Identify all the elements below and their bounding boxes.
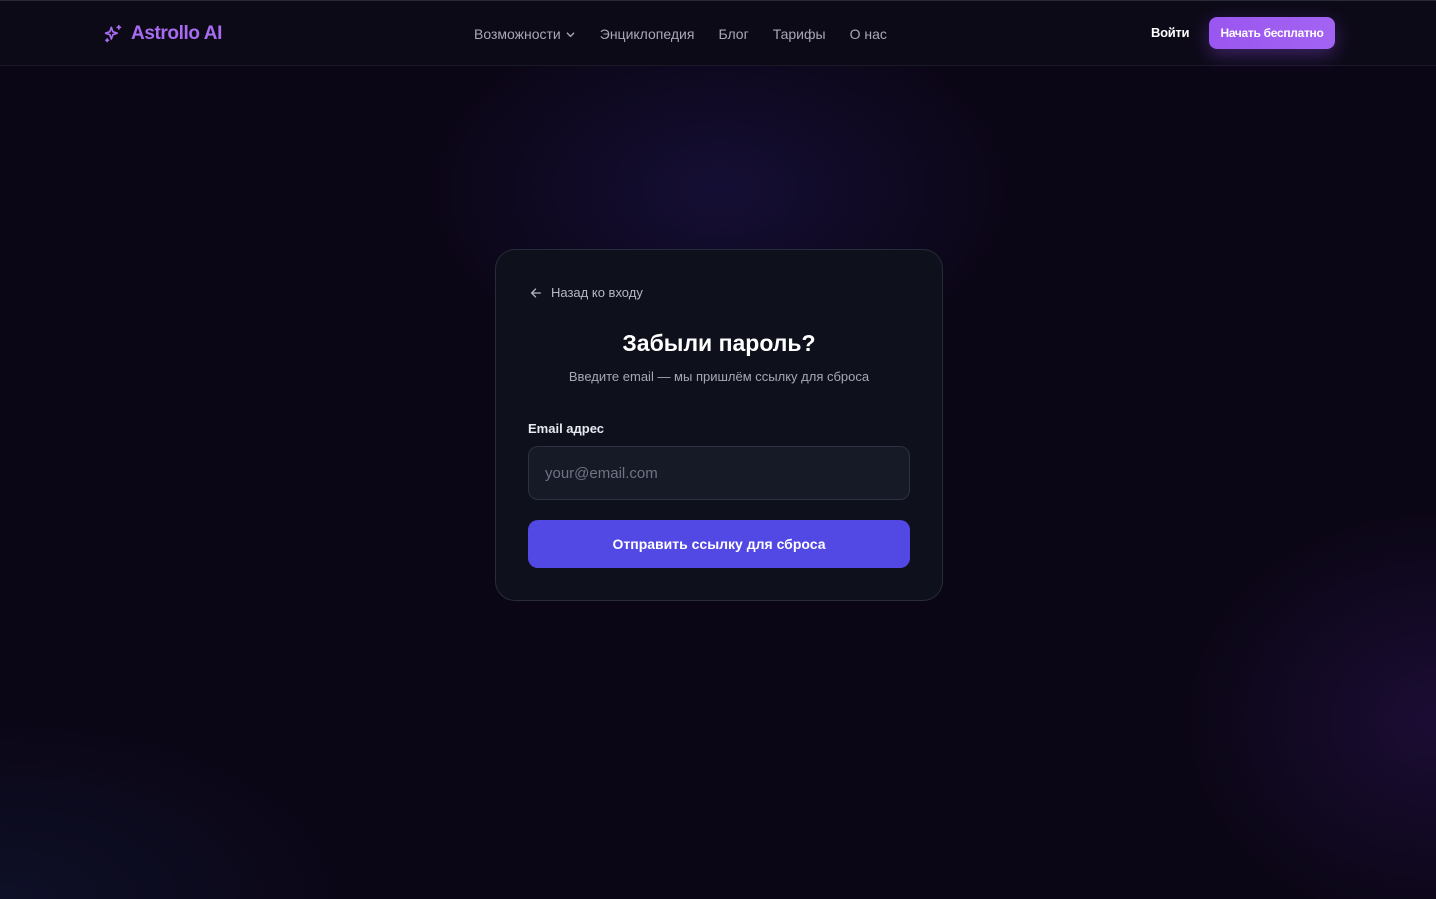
page-title: Забыли пароль? xyxy=(622,330,816,356)
sparkles-icon xyxy=(104,24,122,43)
send-reset-link-button[interactable]: Отправить ссылку для сброса xyxy=(528,520,910,568)
brand-logo[interactable]: Astrollo AI xyxy=(103,21,222,47)
forgot-password-card: Назад ко входу Забыли пароль? Введите em… xyxy=(495,249,943,601)
nav-item-about[interactable]: О нас xyxy=(850,26,887,42)
email-label: Email адрес xyxy=(528,421,605,436)
email-field[interactable] xyxy=(528,446,910,500)
nav-item-encyclopedia[interactable]: Энциклопедия xyxy=(600,26,695,42)
start-free-button[interactable]: Начать бесплатно xyxy=(1209,17,1335,49)
nav-item-label: Блог xyxy=(718,26,749,42)
nav-item-label: О нас xyxy=(849,26,887,42)
chevron-down-icon xyxy=(566,31,575,37)
nav-item-pricing[interactable]: Тарифы xyxy=(773,26,826,42)
page-subtitle: Введите email — мы пришлём ссылку для сб… xyxy=(568,369,870,384)
nav-item-label: Возможности xyxy=(474,26,561,42)
nav-item-label: Тарифы xyxy=(772,26,826,42)
site-header: Astrollo AI Возможности Энциклопедия Бло… xyxy=(0,1,1436,66)
nav-item-label: Энциклопедия xyxy=(599,26,695,42)
brand-name: Astrollo AI xyxy=(131,23,222,44)
login-link[interactable]: Войти xyxy=(1151,25,1189,40)
back-to-login-link[interactable]: Назад ко входу xyxy=(529,285,643,300)
back-to-login-label: Назад ко входу xyxy=(551,285,643,300)
main-nav: Возможности Энциклопедия Блог Тарифы О н… xyxy=(474,23,887,45)
nav-item-blog[interactable]: Блог xyxy=(718,26,748,42)
nav-item-features[interactable]: Возможности xyxy=(474,26,576,42)
arrow-left-icon xyxy=(530,287,542,298)
